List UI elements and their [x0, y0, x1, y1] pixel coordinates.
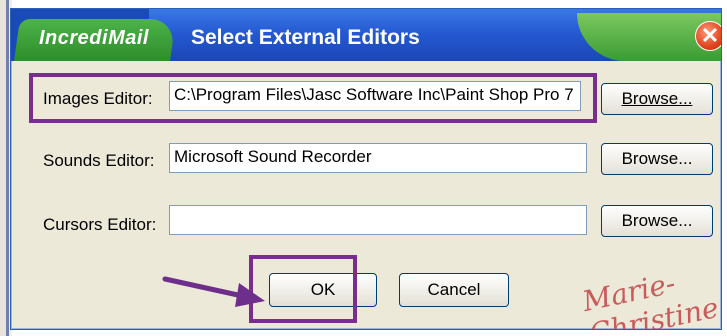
signature-watermark: Marie-Christine: [579, 266, 722, 330]
close-button[interactable]: ✕: [695, 21, 721, 51]
images-browse-button[interactable]: Browse...: [601, 83, 713, 115]
sounds-editor-field[interactable]: Microsoft Sound Recorder: [169, 143, 587, 173]
cursors-editor-label: Cursors Editor:: [43, 215, 157, 234]
close-icon: ✕: [700, 23, 720, 48]
cursors-editor-field[interactable]: [169, 205, 587, 235]
images-browse-label: Browse...: [621, 89, 693, 108]
cursors-browse-button[interactable]: Browse...: [601, 205, 713, 237]
cancel-label: Cancel: [427, 280, 481, 299]
images-row-highlight: [29, 73, 597, 123]
cursors-browse-label: Browse...: [621, 211, 693, 230]
dialog-title: Select External Editors: [191, 26, 420, 49]
sounds-browse-button[interactable]: Browse...: [601, 143, 713, 175]
sounds-browse-label: Browse...: [621, 149, 693, 168]
cancel-button[interactable]: Cancel: [399, 273, 509, 307]
brand-logo: IncrediMail: [39, 27, 149, 49]
pointer-arrow-icon: [162, 276, 265, 307]
select-external-editors-dialog: IncrediMail Select External Editors ✕ Im…: [10, 8, 722, 330]
sounds-editor-label: Sounds Editor:: [43, 151, 155, 170]
title-bar: IncrediMail Select External Editors ✕: [11, 9, 721, 61]
